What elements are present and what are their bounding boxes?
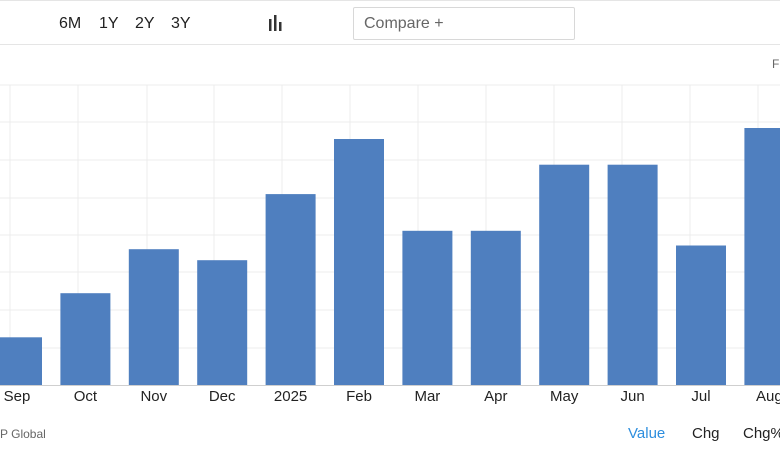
x-tick-label: Apr xyxy=(484,388,507,405)
tab-chg-pct[interactable]: Chg% xyxy=(743,425,780,442)
bar-oct[interactable] xyxy=(60,293,111,385)
bar-2025[interactable] xyxy=(265,194,316,385)
source-label: P Global xyxy=(0,427,46,441)
x-tick-label: Jun xyxy=(621,388,645,405)
tab-value[interactable]: Value xyxy=(628,425,665,442)
bar-may[interactable] xyxy=(539,164,590,385)
x-tick-label: Aug xyxy=(756,388,780,405)
x-tick-label: May xyxy=(550,388,579,405)
bar-sep[interactable] xyxy=(0,337,42,385)
x-tick-label: 2025 xyxy=(274,388,307,405)
chart-widget: 6M 1Y 2Y 3Y F SepOctNovDec2025FebMarAprM… xyxy=(0,0,780,470)
bar-jul[interactable] xyxy=(676,245,726,386)
x-tick-label: Dec xyxy=(209,388,236,405)
bar-dec[interactable] xyxy=(197,260,248,385)
x-tick-label: Feb xyxy=(346,388,372,405)
bar-apr[interactable] xyxy=(470,230,521,385)
tab-chg[interactable]: Chg xyxy=(692,425,720,442)
bar-nov[interactable] xyxy=(128,249,179,385)
x-tick-label: Sep xyxy=(4,388,31,405)
x-tick-label: Jul xyxy=(691,388,710,405)
bar-mar[interactable] xyxy=(402,230,453,385)
bar-aug[interactable] xyxy=(744,128,780,385)
x-tick-label: Nov xyxy=(140,388,167,405)
bar-feb[interactable] xyxy=(334,139,384,385)
bar-jun[interactable] xyxy=(607,164,658,385)
bar-chart: Sep Oct Nov Dec 2025 Feb Mar Apr May Jun Jul Aug xyxy=(0,84,780,405)
x-tick-label: Mar xyxy=(414,388,440,405)
x-tick-label: Oct xyxy=(74,388,98,405)
